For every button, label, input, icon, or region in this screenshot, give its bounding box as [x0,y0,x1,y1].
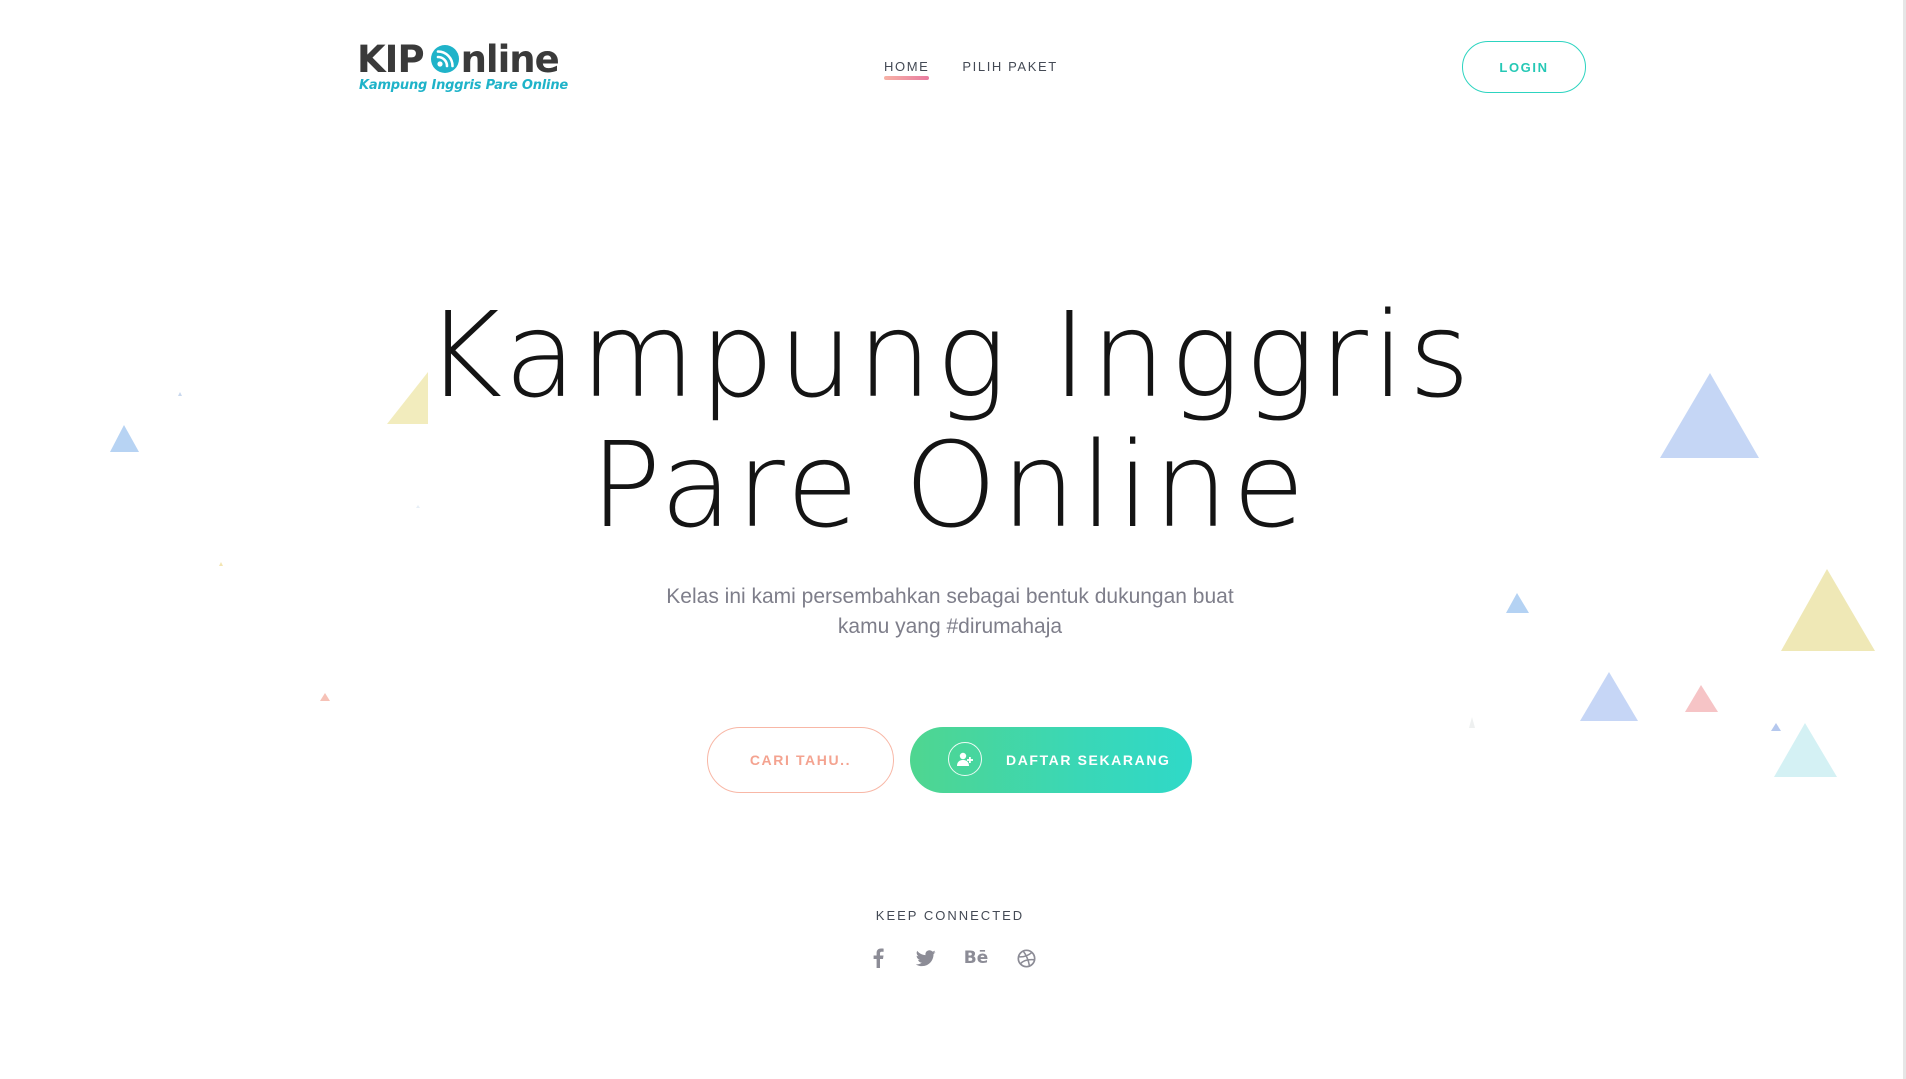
daftar-sekarang-label: DAFTAR SEKARANG [1006,752,1171,768]
logo-text-nline: nline [460,37,560,81]
triangle-deco [110,425,139,452]
triangle-deco [1469,717,1475,728]
nav-item-home[interactable]: HOME [884,59,930,80]
hero-title-line2: Pare Online [590,416,1309,554]
site-logo[interactable]: KIP nline Kampung Inggris Pare Online [357,37,568,96]
triangle-deco [1685,685,1718,712]
cari-tahu-button[interactable]: CARI TAHU.. [707,727,894,793]
triangle-deco [320,693,330,701]
triangle-deco [1781,569,1875,651]
main-nav: HOME PILIH PAKET [884,59,1058,80]
triangle-deco [219,562,223,566]
login-button[interactable]: LOGIN [1462,41,1586,93]
landing-page: KIP nline Kampung Inggris Pare Online HO… [0,0,1906,1079]
online-o-icon [430,45,459,73]
logo-tagline: Kampung Inggris Pare Online [359,78,568,93]
hero-subtitle-line1: Kelas ini kami persembahkan sebagai bent… [666,585,1234,608]
triangle-deco [1771,723,1781,731]
nav-item-pilih-paket[interactable]: PILIH PAKET [962,59,1057,74]
logo-text-kip: KIP [357,37,425,81]
hero-subtitle: Kelas ini kami persembahkan sebagai bent… [600,582,1300,642]
logo-wordmark: KIP nline [357,37,560,81]
triangle-deco [1580,672,1638,721]
hero-title: Kampung Inggris Pare Online [353,290,1546,550]
twitter-icon[interactable] [914,946,938,970]
hero-subtitle-line2: kamu yang #dirumahaja [837,615,1063,638]
daftar-sekarang-button[interactable]: DAFTAR SEKARANG [910,727,1192,793]
dribbble-icon[interactable] [1014,946,1038,970]
triangle-deco [1774,723,1837,777]
behance-icon[interactable]: Bē [962,946,990,970]
keep-connected-label: KEEP CONNECTED [875,908,1025,923]
facebook-icon[interactable] [866,946,890,970]
triangle-deco [1660,373,1759,458]
add-user-icon [948,742,982,776]
triangle-deco [178,392,182,396]
hero-title-line1: Kampung Inggris [424,286,1475,424]
triangle-deco [1506,593,1529,613]
social-links: Bē [866,946,1038,970]
